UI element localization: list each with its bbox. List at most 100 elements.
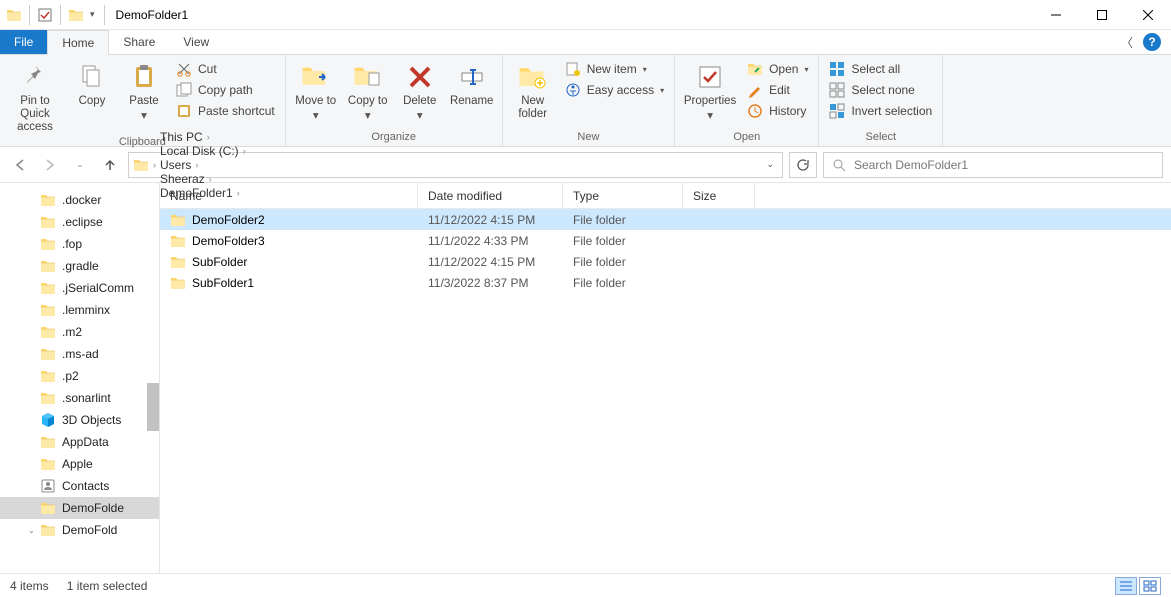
column-header-name[interactable]: Name [160,183,418,208]
column-header-date[interactable]: Date modified [418,183,563,208]
file-type: File folder [563,255,683,269]
nav-tree-item[interactable]: .p2 [0,365,159,387]
nav-tree-item[interactable]: .m2 [0,321,159,343]
folder-icon [170,254,186,270]
copy-path-icon [176,82,192,98]
refresh-button[interactable] [789,152,817,178]
large-icons-view-button[interactable] [1139,577,1161,595]
rename-button[interactable]: Rename [448,57,496,108]
file-row[interactable]: DemoFolder311/1/2022 4:33 PMFile folder [160,230,1171,251]
nav-tree-item[interactable]: .eclipse [0,211,159,233]
separator [60,5,61,25]
properties-button[interactable]: Properties▾ [681,57,739,123]
up-button[interactable] [98,153,122,177]
select-none-button[interactable]: Select none [825,80,936,100]
nav-tree-item[interactable]: Contacts [0,475,159,497]
search-placeholder: Search DemoFolder1 [854,158,968,172]
file-name: SubFolder1 [192,276,254,290]
file-row[interactable]: DemoFolder211/12/2022 4:15 PMFile folder [160,209,1171,230]
paste-button[interactable]: Paste ▾ [120,57,168,123]
nav-item-label: Apple [62,457,93,471]
group-label: Select [825,130,936,146]
ribbon-group-organize: Move to▾ Copy to▾ Delete▾ Rename Organiz… [286,55,503,146]
tab-view[interactable]: View [169,30,223,54]
minimize-button[interactable] [1033,0,1079,30]
delete-icon [407,64,433,90]
new-folder-button[interactable]: New folder [509,57,557,121]
rename-icon [459,64,485,90]
nav-tree-item[interactable]: .gradle [0,255,159,277]
cut-button[interactable]: Cut [172,59,279,79]
nav-tree-item[interactable]: Apple [0,453,159,475]
maximize-button[interactable] [1079,0,1125,30]
move-to-button[interactable]: Move to▾ [292,57,340,123]
recent-locations-button[interactable]: ⌄ [68,153,92,177]
select-all-button[interactable]: Select all [825,59,936,79]
separator [29,5,30,25]
history-button[interactable]: History [743,101,812,121]
properties-qat-icon[interactable] [37,7,53,23]
close-button[interactable] [1125,0,1171,30]
nav-tree-item[interactable]: ⌄DemoFold [0,519,159,541]
column-header-type[interactable]: Type [563,183,683,208]
nav-tree-item[interactable]: .jSerialComm [0,277,159,299]
delete-button[interactable]: Delete▾ [396,57,444,123]
nav-tree-item[interactable]: DemoFolde [0,497,159,519]
paste-shortcut-icon [176,103,192,119]
tab-home[interactable]: Home [47,30,109,55]
column-header-size[interactable]: Size [683,183,755,208]
paste-shortcut-button[interactable]: Paste shortcut [172,101,279,121]
nav-tree-item[interactable]: .sonarlint [0,387,159,409]
pin-icon [22,64,48,90]
invert-selection-button[interactable]: Invert selection [825,101,936,121]
edit-button[interactable]: Edit [743,80,812,100]
back-button[interactable] [8,153,32,177]
group-label: Open [681,130,812,146]
tab-share[interactable]: Share [109,30,169,54]
details-view-button[interactable] [1115,577,1137,595]
title-bar: ▾ DemoFolder1 [0,0,1171,30]
address-bar[interactable]: › This PC›Local Disk (C:)›Users›Sheeraz›… [128,152,783,178]
folder-icon [40,522,56,538]
help-button[interactable]: ? [1143,33,1161,51]
breadcrumb-item[interactable]: This PC› [160,130,246,144]
easy-access-button[interactable]: Easy access ▾ [561,80,668,100]
copy-icon [79,64,105,90]
breadcrumb-item[interactable]: Users› [160,158,246,172]
nav-item-label: .p2 [62,369,79,383]
properties-icon [697,64,723,90]
copy-to-button[interactable]: Copy to▾ [344,57,392,123]
tab-file[interactable]: File [0,30,47,54]
file-row[interactable]: SubFolder11/12/2022 4:15 PMFile folder [160,251,1171,272]
forward-button[interactable] [38,153,62,177]
qat-dropdown-icon[interactable]: ▾ [88,9,97,20]
status-item-count: 4 items [10,579,49,593]
search-box[interactable]: Search DemoFolder1 [823,152,1163,178]
nav-tree-item[interactable]: .fop [0,233,159,255]
pin-to-quick-access-button[interactable]: Pin to Quick access [6,57,64,135]
file-name: DemoFolder2 [192,213,265,227]
copy-button[interactable]: Copy [68,57,116,108]
copy-path-button[interactable]: Copy path [172,80,279,100]
address-dropdown-icon[interactable]: ⌄ [766,159,778,170]
scrollbar-thumb[interactable] [147,383,159,431]
file-row[interactable]: SubFolder111/3/2022 8:37 PMFile folder [160,272,1171,293]
new-item-icon [565,61,581,77]
navigation-pane[interactable]: .docker .eclipse.fop.gradle.jSerialComm.l… [0,183,160,573]
nav-tree-item[interactable]: .docker [0,189,159,211]
collapse-ribbon-icon[interactable]: 〈 [1121,34,1133,51]
folder-icon [40,368,56,384]
ribbon-group-open: Properties▾ Open ▾ Edit History Open [675,55,819,146]
nav-tree-item[interactable]: .lemminx [0,299,159,321]
nav-tree-item[interactable]: 3D Objects [0,409,159,431]
open-button[interactable]: Open ▾ [743,59,812,79]
ribbon-group-new: New folder New item ▾ Easy access ▾ New [503,55,675,146]
nav-item-label: .docker [62,193,101,207]
nav-tree-item[interactable]: AppData [0,431,159,453]
folder-icon [40,434,56,450]
nav-item-label: AppData [62,435,109,449]
edit-icon [747,82,763,98]
nav-tree-item[interactable]: .ms-ad [0,343,159,365]
new-item-button[interactable]: New item ▾ [561,59,668,79]
breadcrumb-item[interactable]: Local Disk (C:)› [160,144,246,158]
